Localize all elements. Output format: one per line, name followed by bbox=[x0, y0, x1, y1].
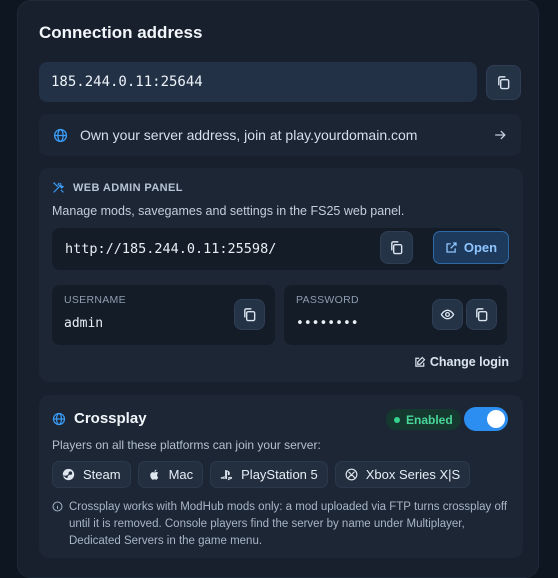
tools-icon bbox=[53, 182, 65, 193]
platform-chip-steam: Steam bbox=[52, 461, 131, 488]
password-field[interactable]: PASSWORD •••••••• bbox=[284, 285, 507, 345]
eye-icon bbox=[440, 309, 455, 320]
connection-address-field[interactable]: 185.244.0.11:25644 bbox=[39, 62, 477, 102]
platform-chip-playstation: PlayStation 5 bbox=[210, 461, 328, 488]
platform-chip-xbox: Xbox Series X|S bbox=[334, 461, 471, 488]
crossplay-header: Crossplay bbox=[52, 410, 147, 427]
copy-icon bbox=[498, 76, 510, 90]
password-label: PASSWORD bbox=[296, 294, 359, 306]
web-admin-description: Manage mods, savegames and settings in t… bbox=[52, 204, 405, 218]
own-address-link[interactable]: Own your server address, join at play.yo… bbox=[39, 114, 521, 156]
platform-label: Steam bbox=[83, 467, 121, 482]
toggle-knob bbox=[487, 410, 505, 428]
web-admin-header: WEB ADMIN PANEL bbox=[52, 181, 183, 194]
crossplay-toggle[interactable] bbox=[464, 407, 508, 431]
change-login-link[interactable]: Change login bbox=[414, 355, 509, 369]
copy-password-button[interactable] bbox=[466, 299, 497, 330]
external-link-icon bbox=[446, 242, 457, 253]
change-login-label: Change login bbox=[429, 355, 509, 369]
apple-icon bbox=[149, 469, 158, 480]
platform-label: Mac bbox=[168, 467, 194, 482]
globe-icon bbox=[52, 412, 66, 425]
connection-title: Connection address bbox=[39, 23, 203, 42]
username-field[interactable]: USERNAME admin bbox=[52, 285, 275, 345]
copy-icon bbox=[244, 308, 256, 322]
web-admin-url: http://185.244.0.11:25598/ bbox=[65, 241, 277, 257]
connection-card: Connection address 185.244.0.11:25644 Ow… bbox=[17, 0, 539, 578]
xbox-icon bbox=[345, 468, 358, 481]
platform-label: Xbox Series X|S bbox=[365, 467, 461, 482]
crossplay-note-text: Crossplay works with ModHub mods only: a… bbox=[69, 501, 508, 547]
arrow-right-icon bbox=[495, 130, 506, 140]
globe-icon bbox=[53, 128, 68, 142]
crossplay-title: Crossplay bbox=[74, 410, 147, 427]
status-dot bbox=[394, 416, 400, 423]
username-value: admin bbox=[64, 316, 104, 331]
info-icon bbox=[52, 501, 63, 512]
crossplay-status: Enabled bbox=[406, 412, 453, 427]
copy-url-button[interactable] bbox=[380, 231, 413, 264]
open-button-label: Open bbox=[463, 240, 498, 255]
copy-username-button[interactable] bbox=[234, 299, 265, 330]
copy-icon bbox=[391, 241, 403, 255]
platform-chip-mac: Mac bbox=[137, 461, 204, 488]
edit-icon bbox=[415, 356, 426, 367]
open-web-panel-button[interactable]: Open bbox=[433, 231, 509, 264]
username-label: USERNAME bbox=[64, 294, 126, 306]
own-address-text: Own your server address, join at play.yo… bbox=[80, 127, 418, 143]
crossplay-description: Players on all these platforms can join … bbox=[52, 438, 321, 452]
crossplay-status-badge: Enabled bbox=[386, 409, 461, 430]
password-value: •••••••• bbox=[296, 316, 359, 331]
playstation-icon bbox=[220, 470, 233, 481]
copy-address-button[interactable] bbox=[486, 65, 521, 100]
show-password-button[interactable] bbox=[432, 299, 463, 330]
crossplay-note: Crossplay works with ModHub mods only: a… bbox=[52, 499, 512, 550]
steam-icon bbox=[62, 468, 75, 481]
connection-address-value: 185.244.0.11:25644 bbox=[51, 74, 203, 90]
web-admin-panel: WEB ADMIN PANEL Manage mods, savegames a… bbox=[39, 168, 523, 382]
web-admin-heading: WEB ADMIN PANEL bbox=[73, 181, 183, 194]
web-admin-url-field[interactable]: http://185.244.0.11:25598/ Open bbox=[52, 228, 509, 270]
platform-label: PlayStation 5 bbox=[241, 467, 318, 482]
copy-icon bbox=[476, 308, 488, 322]
platform-list: Steam Mac PlayStation 5 Xbox Series X|S bbox=[52, 461, 471, 488]
crossplay-section: Crossplay Enabled Players on all these p… bbox=[39, 395, 523, 558]
